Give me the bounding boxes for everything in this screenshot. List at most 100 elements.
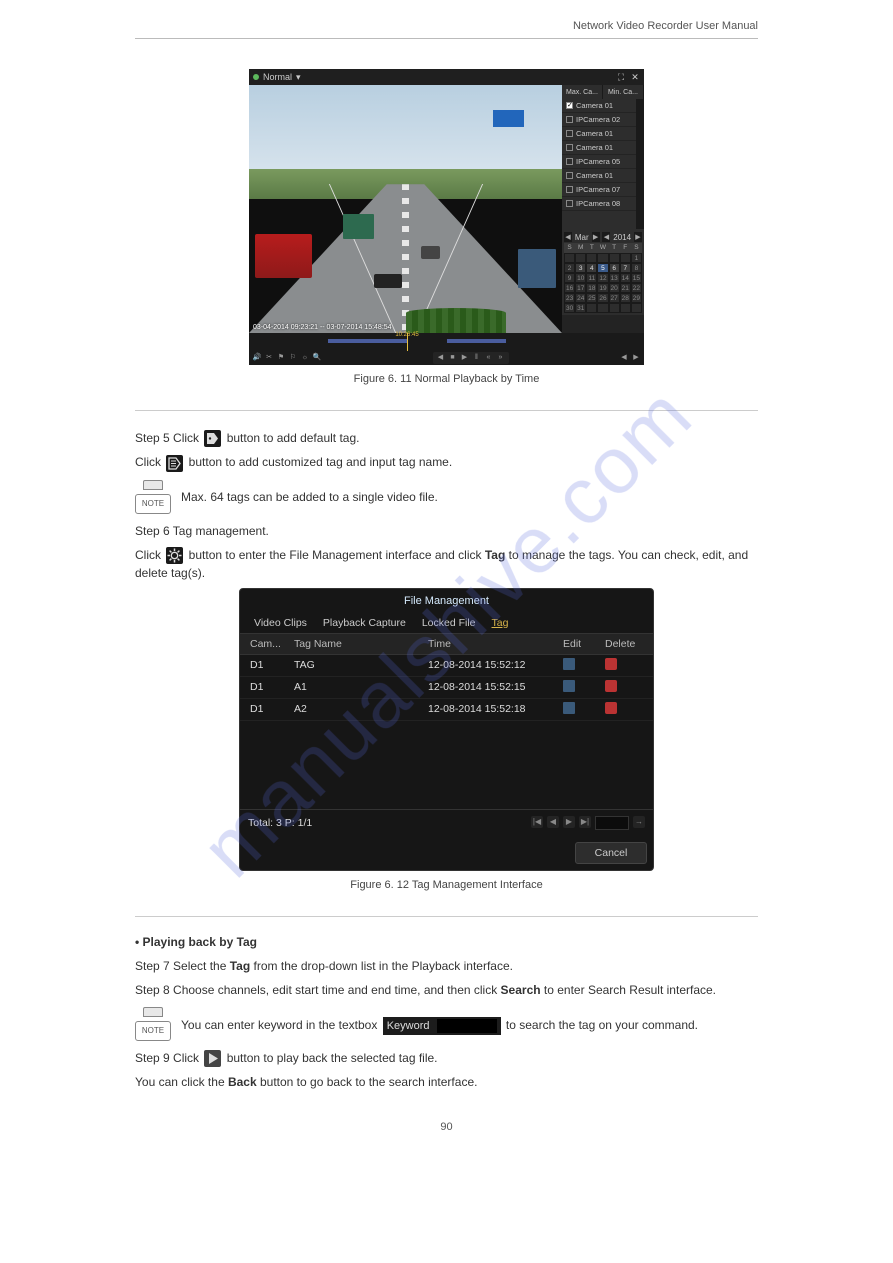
calendar-day[interactable]: 18: [586, 283, 597, 293]
tab-tag[interactable]: Tag: [484, 613, 517, 633]
calendar-day[interactable]: [597, 303, 608, 313]
calendar-day[interactable]: 14: [620, 273, 631, 283]
delete-icon[interactable]: [605, 658, 617, 670]
calendar-day[interactable]: 15: [631, 273, 642, 283]
pause-icon[interactable]: ‖: [472, 353, 482, 363]
calendar-day[interactable]: 13: [609, 273, 620, 283]
calendar-day[interactable]: 3: [575, 263, 586, 273]
edit-icon[interactable]: [563, 658, 575, 670]
calendar-day[interactable]: [575, 253, 586, 263]
calendar-day[interactable]: 2: [564, 263, 575, 273]
next-year-icon[interactable]: ▶: [634, 232, 642, 242]
calendar-day[interactable]: 10: [575, 273, 586, 283]
checkbox-icon[interactable]: [566, 116, 573, 123]
calendar-day[interactable]: 31: [575, 303, 586, 313]
calendar-day[interactable]: 9: [564, 273, 575, 283]
calendar-day[interactable]: 7: [620, 263, 631, 273]
zoom-icon[interactable]: 🔍: [312, 353, 322, 363]
edit-icon[interactable]: [563, 680, 575, 692]
camera-item[interactable]: Camera 01: [562, 141, 636, 155]
file-management-icon[interactable]: ☼: [300, 353, 310, 363]
page-input[interactable]: [595, 816, 629, 830]
calendar-day[interactable]: [597, 253, 608, 263]
close-icon[interactable]: ✕: [630, 72, 640, 82]
next-month-icon[interactable]: ▶: [592, 232, 600, 242]
calendar-day[interactable]: 8: [631, 263, 642, 273]
prev-month-icon[interactable]: ◀: [564, 232, 572, 242]
calendar-day[interactable]: 27: [609, 293, 620, 303]
edit-icon[interactable]: [563, 702, 575, 714]
calendar-day[interactable]: [609, 303, 620, 313]
calendar-day[interactable]: 11: [586, 273, 597, 283]
camera-item[interactable]: IPCamera 02: [562, 113, 636, 127]
calendar-day[interactable]: 25: [586, 293, 597, 303]
clip-icon[interactable]: ✂: [264, 353, 274, 363]
default-tag-icon[interactable]: ⚑: [276, 353, 286, 363]
checkbox-icon[interactable]: [566, 102, 573, 109]
calendar-day[interactable]: 16: [564, 283, 575, 293]
delete-icon[interactable]: [605, 680, 617, 692]
calendar-day[interactable]: 28: [620, 293, 631, 303]
camera-item[interactable]: Camera 01: [562, 99, 636, 113]
calendar-day[interactable]: 1: [631, 253, 642, 263]
calendar-day[interactable]: [586, 303, 597, 313]
speed-down-icon[interactable]: «: [484, 353, 494, 363]
prev-year-icon[interactable]: ◀: [602, 232, 610, 242]
checkbox-icon[interactable]: [566, 172, 573, 179]
calendar-day[interactable]: 21: [620, 283, 631, 293]
calendar-day[interactable]: [620, 253, 631, 263]
timeline-next-icon[interactable]: ▶: [631, 353, 641, 363]
scrollbar[interactable]: [636, 99, 644, 229]
calendar-day[interactable]: [609, 253, 620, 263]
checkbox-icon[interactable]: [566, 144, 573, 151]
calendar-day[interactable]: 23: [564, 293, 575, 303]
checkbox-icon[interactable]: [566, 200, 573, 207]
calendar-day[interactable]: 29: [631, 293, 642, 303]
calendar-day[interactable]: 26: [597, 293, 608, 303]
calendar-day[interactable]: [564, 253, 575, 263]
delete-icon[interactable]: [605, 702, 617, 714]
calendar-day[interactable]: 22: [631, 283, 642, 293]
camera-item[interactable]: IPCamera 07: [562, 183, 636, 197]
calendar-day[interactable]: 20: [609, 283, 620, 293]
audio-icon[interactable]: 🔊: [252, 353, 262, 363]
calendar-day[interactable]: 24: [575, 293, 586, 303]
camera-item[interactable]: Camera 01: [562, 169, 636, 183]
max-camera-tab[interactable]: Max. Ca...: [562, 85, 603, 99]
calendar-day[interactable]: [631, 303, 642, 313]
tab-video-clips[interactable]: Video Clips: [246, 613, 315, 633]
checkbox-icon[interactable]: [566, 186, 573, 193]
calendar-day[interactable]: 17: [575, 283, 586, 293]
stop-icon[interactable]: ■: [448, 353, 458, 363]
camera-item[interactable]: IPCamera 05: [562, 155, 636, 169]
tab-playback-capture[interactable]: Playback Capture: [315, 613, 414, 633]
camera-item[interactable]: Camera 01: [562, 127, 636, 141]
playback-timeline[interactable]: 10:26:45: [249, 333, 644, 351]
timeline-prev-icon[interactable]: ◀: [619, 353, 629, 363]
calendar-day[interactable]: 5: [597, 263, 608, 273]
tab-locked-file[interactable]: Locked File: [414, 613, 484, 633]
goto-page-icon[interactable]: →: [633, 816, 645, 828]
custom-tag-icon[interactable]: ⚐: [288, 353, 298, 363]
calendar-day[interactable]: [620, 303, 631, 313]
prev-page-icon[interactable]: ◀: [547, 816, 559, 828]
play-icon[interactable]: ▶: [460, 353, 470, 363]
calendar-day[interactable]: 19: [597, 283, 608, 293]
min-camera-tab[interactable]: Min. Ca...: [603, 85, 644, 99]
keyword-input[interactable]: [437, 1019, 497, 1033]
calendar-day[interactable]: 12: [597, 273, 608, 283]
next-page-icon[interactable]: ▶: [563, 816, 575, 828]
playback-mode[interactable]: Normal: [263, 72, 292, 82]
maximize-icon[interactable]: ⛶: [616, 72, 626, 82]
dropdown-icon[interactable]: ▾: [296, 72, 301, 83]
calendar-day[interactable]: 4: [586, 263, 597, 273]
camera-item[interactable]: IPCamera 08: [562, 197, 636, 211]
last-page-icon[interactable]: ▶|: [579, 816, 591, 828]
checkbox-icon[interactable]: [566, 158, 573, 165]
first-page-icon[interactable]: |◀: [531, 816, 543, 828]
calendar-day[interactable]: 6: [609, 263, 620, 273]
cancel-button[interactable]: Cancel: [575, 842, 647, 864]
speed-up-icon[interactable]: »: [496, 353, 506, 363]
calendar-day[interactable]: 30: [564, 303, 575, 313]
checkbox-icon[interactable]: [566, 130, 573, 137]
